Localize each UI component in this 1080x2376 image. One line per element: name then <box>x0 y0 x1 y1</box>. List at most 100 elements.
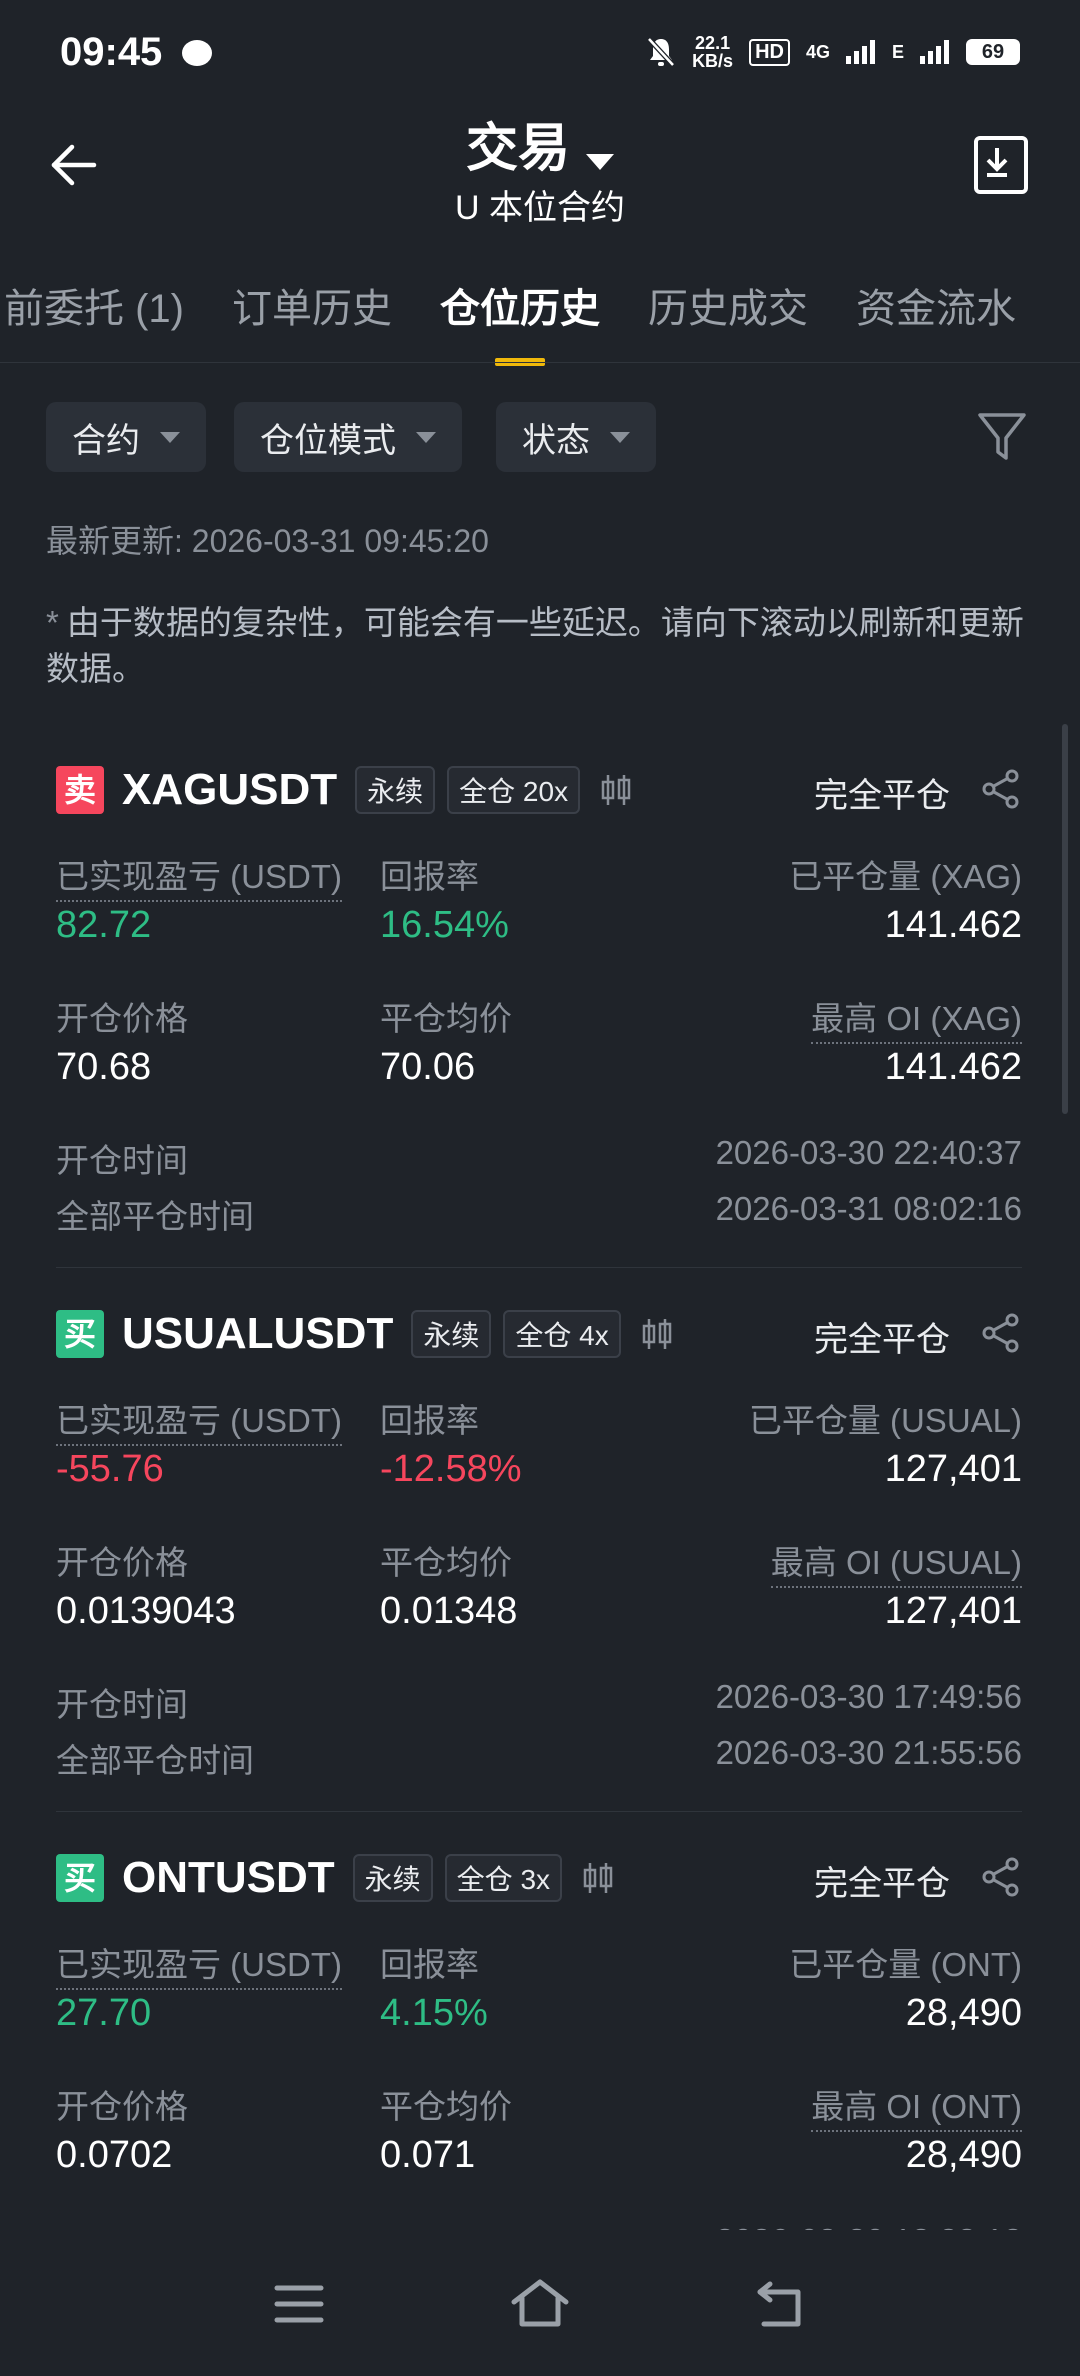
closed-qty-label: 已平仓量 (XAG) <box>789 858 1022 895</box>
candlestick-chart-icon[interactable] <box>580 1860 616 1896</box>
position-mode-filter-label: 仓位模式 <box>260 421 396 460</box>
max-oi-label[interactable]: 最高 OI (XAG) <box>811 992 1022 1044</box>
share-icon[interactable] <box>980 1312 1022 1354</box>
max-oi-value: 127,401 <box>884 1590 1022 1632</box>
last-updated: 最新更新: 2026-03-31 09:45:20 <box>46 523 489 559</box>
close-avg-value: 0.01348 <box>380 1590 518 1632</box>
realized-pnl-value: 27.70 <box>56 1992 152 2034</box>
network-type-2: E <box>891 41 904 62</box>
realized-pnl-label[interactable]: 已实现盈亏 (USDT) <box>56 850 342 902</box>
realized-pnl-label[interactable]: 已实现盈亏 (USDT) <box>56 1938 342 1990</box>
symbol[interactable]: USUALUSDT <box>122 1309 393 1359</box>
signal-icon-2 <box>920 40 949 64</box>
open-price-label: 开仓价格 <box>56 1000 188 1037</box>
signal-icon <box>845 40 875 64</box>
contract-filter[interactable]: 合约 <box>46 402 206 472</box>
close-status: 完全平仓 <box>814 777 950 815</box>
margin-leverage-tag: 全仓 20x <box>447 766 581 814</box>
tab-order-history[interactable]: 订单历史 <box>208 276 416 334</box>
contract-type-tag: 永续 <box>352 1854 433 1902</box>
network-type: 4G <box>805 41 830 62</box>
tab-position-history[interactable]: 仓位历史 <box>416 276 624 366</box>
open-time-label: 开仓时间 <box>56 1142 188 1179</box>
contract-filter-label: 合约 <box>72 421 140 460</box>
open-price-label: 开仓价格 <box>56 1544 188 1581</box>
caret-down-icon <box>586 153 614 170</box>
close-avg-value: 0.071 <box>380 2134 476 2176</box>
status-icons: 22.1 KB/s HD 4G E 69 <box>646 34 1020 70</box>
chevron-down-icon <box>610 431 630 443</box>
roi-label: 回报率 <box>380 1946 479 1983</box>
card-divider <box>56 1811 1022 1812</box>
note-asterisk: * <box>46 604 59 641</box>
back-nav-icon[interactable] <box>754 2280 806 2328</box>
roi-value: 4.15% <box>380 1992 488 2034</box>
share-icon[interactable] <box>980 768 1022 810</box>
download-button[interactable] <box>974 136 1028 194</box>
hd-badge: HD <box>749 38 790 66</box>
contract-type-tag: 永续 <box>355 766 436 814</box>
network-speed-value: 22.1 <box>695 33 731 53</box>
roi-label: 回报率 <box>380 1402 479 1439</box>
tab-bar: 当前委托 (1) 订单历史 仓位历史 历史成交 资金流水 <box>0 276 1040 366</box>
position-mode-filter[interactable]: 仓位模式 <box>234 402 462 472</box>
menu-icon[interactable] <box>274 2282 324 2326</box>
share-icon[interactable] <box>980 1856 1022 1898</box>
position-card[interactable]: 买 ONTUSDT 永续 全仓 3x 完全平仓 已实现盈亏 (USDT) 回报率… <box>56 1850 1022 2250</box>
close-avg-value: 70.06 <box>380 1046 476 1088</box>
download-icon <box>986 148 1008 177</box>
roi-value: -12.58% <box>380 1448 522 1490</box>
scrollbar[interactable] <box>1062 724 1068 1114</box>
max-oi-value: 28,490 <box>905 2134 1022 2176</box>
max-oi-label[interactable]: 最高 OI (ONT) <box>811 2080 1022 2132</box>
page-subtitle: U 本位合约 <box>455 189 625 227</box>
open-price-value: 0.0702 <box>56 2134 173 2176</box>
title-selector[interactable]: 交易 <box>0 106 1080 181</box>
full-close-time-value: 2026-03-30 21:55:56 <box>715 1734 1022 1771</box>
roi-label: 回报率 <box>380 858 479 895</box>
full-close-time-value: 2026-03-31 08:02:16 <box>715 1190 1022 1227</box>
mute-bell-icon <box>647 37 675 67</box>
page-title: 交易 <box>465 120 570 178</box>
realized-pnl-label[interactable]: 已实现盈亏 (USDT) <box>56 1394 342 1446</box>
network-speed-unit: KB/s <box>692 51 734 71</box>
margin-leverage-tag: 全仓 4x <box>503 1310 621 1358</box>
open-price-label: 开仓价格 <box>56 2088 188 2125</box>
closed-qty-label: 已平仓量 (ONT) <box>789 1946 1022 1983</box>
tab-trade-history[interactable]: 历史成交 <box>624 276 832 334</box>
status-filter[interactable]: 状态 <box>496 402 656 472</box>
tab-open-orders[interactable]: 当前委托 (1) <box>0 276 208 334</box>
close-avg-label: 平仓均价 <box>380 1544 512 1581</box>
status-filter-label: 状态 <box>522 421 590 460</box>
closed-qty-value: 28,490 <box>905 1992 1022 2034</box>
roi-value: 16.54% <box>380 904 509 946</box>
candlestick-chart-icon[interactable] <box>598 772 634 808</box>
card-divider <box>56 1267 1022 1268</box>
chat-notification-icon <box>182 40 212 66</box>
close-status: 完全平仓 <box>814 1865 950 1903</box>
symbol[interactable]: ONTUSDT <box>122 1853 335 1903</box>
tab-fund-flow[interactable]: 资金流水 <box>832 276 1040 334</box>
full-close-time-label: 全部平仓时间 <box>56 1198 254 1235</box>
filter-funnel-icon[interactable] <box>976 410 1028 464</box>
side-badge: 买 <box>56 1854 104 1902</box>
position-header: 卖 XAGUSDT 永续 全仓 20x <box>56 762 634 818</box>
delay-note: * 由于数据的复杂性，可能会有一些延迟。请向下滚动以刷新和更新数据。 <box>46 600 1036 692</box>
network-speed: 22.1 KB/s <box>692 34 733 70</box>
full-close-time-label: 全部平仓时间 <box>56 1742 254 1779</box>
battery-icon: 69 <box>966 39 1020 65</box>
symbol[interactable]: XAGUSDT <box>122 765 337 815</box>
position-header: 买 ONTUSDT 永续 全仓 3x <box>56 1850 616 1906</box>
side-badge: 卖 <box>56 766 104 814</box>
closed-qty-label: 已平仓量 (USUAL) <box>748 1402 1022 1439</box>
delay-note-text: 由于数据的复杂性，可能会有一些延迟。请向下滚动以刷新和更新数据。 <box>46 604 1024 687</box>
open-time-value: 2026-03-30 22:40:37 <box>715 1134 1022 1171</box>
candlestick-chart-icon[interactable] <box>639 1316 675 1352</box>
contract-type-tag: 永续 <box>411 1310 492 1358</box>
max-oi-label[interactable]: 最高 OI (USUAL) <box>770 1536 1022 1588</box>
close-status: 完全平仓 <box>814 1321 950 1359</box>
home-icon[interactable] <box>510 2278 570 2328</box>
close-avg-label: 平仓均价 <box>380 2088 512 2125</box>
close-avg-label: 平仓均价 <box>380 1000 512 1037</box>
side-badge: 买 <box>56 1310 104 1358</box>
